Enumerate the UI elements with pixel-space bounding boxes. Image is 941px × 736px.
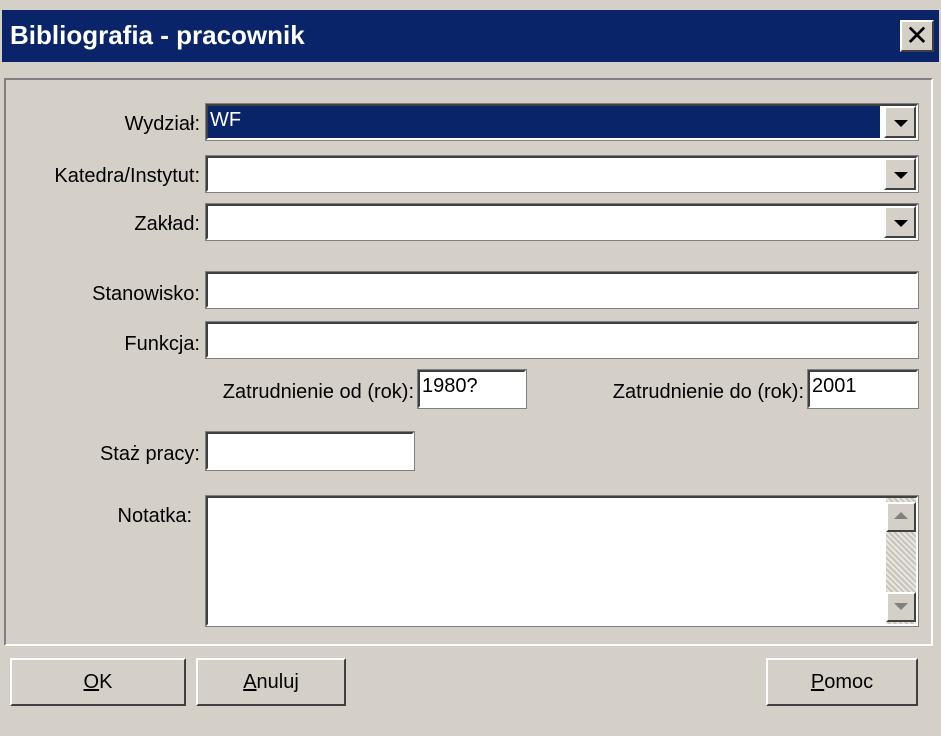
- window-title: Bibliografia - pracownik: [10, 20, 305, 50]
- help-button-label: omoc: [824, 671, 874, 693]
- funkcja-label: Funkcja:: [124, 333, 200, 355]
- zatrudnienie-do-input[interactable]: 2001: [807, 369, 919, 409]
- zatrudnienie-od-input[interactable]: 1980?: [417, 369, 527, 409]
- help-button[interactable]: Pomoc: [766, 658, 918, 706]
- ok-button-accel: O: [83, 671, 100, 693]
- zaklad-label: Zakład:: [134, 213, 200, 235]
- ok-button[interactable]: OK: [10, 658, 186, 706]
- zatrudnienie-do-label: Zatrudnienie do (rok):: [612, 381, 804, 403]
- dialog-window: Bibliografia - pracownik ✕ Wydział: WF K…: [0, 0, 941, 736]
- close-icon: ✕: [905, 20, 929, 51]
- wydzial-combobox[interactable]: WF: [205, 103, 919, 141]
- notatka-value: [208, 498, 884, 624]
- scroll-down-button[interactable]: [886, 592, 916, 622]
- wydzial-value: WF: [208, 106, 880, 138]
- zatrudnienie-od-label: Zatrudnienie od (rok):: [222, 381, 414, 403]
- katedra-label: Katedra/Instytut:: [54, 165, 200, 187]
- wydzial-label: Wydział:: [124, 113, 200, 135]
- zaklad-value: [208, 206, 880, 238]
- cancel-button[interactable]: Anuluj: [196, 658, 346, 706]
- notatka-scrollbar[interactable]: [886, 498, 916, 624]
- stanowisko-input[interactable]: [205, 271, 919, 309]
- notatka-textarea[interactable]: [205, 495, 919, 627]
- ok-button-label: K: [99, 671, 113, 693]
- arrow-up-icon: [894, 512, 908, 519]
- stanowisko-label: Stanowisko:: [92, 283, 200, 305]
- zaklad-dropdown-button[interactable]: [884, 206, 916, 238]
- chevron-down-icon: [894, 120, 908, 127]
- scroll-up-button[interactable]: [886, 502, 916, 532]
- cancel-button-accel: A: [243, 671, 257, 693]
- zaklad-combobox[interactable]: [205, 203, 919, 241]
- close-button[interactable]: ✕: [900, 20, 934, 52]
- cancel-button-label: nuluj: [256, 671, 299, 693]
- katedra-combobox[interactable]: [205, 155, 919, 193]
- katedra-dropdown-button[interactable]: [884, 158, 916, 190]
- chevron-down-icon: [894, 220, 908, 227]
- title-bar[interactable]: Bibliografia - pracownik ✕: [2, 10, 939, 62]
- funkcja-input[interactable]: [205, 321, 919, 359]
- arrow-down-icon: [894, 603, 908, 610]
- notatka-label: Notatka:: [117, 505, 192, 527]
- staz-label: Staż pracy:: [99, 443, 200, 465]
- help-button-accel: P: [810, 671, 825, 693]
- wydzial-dropdown-button[interactable]: [884, 106, 916, 138]
- katedra-value: [208, 158, 880, 190]
- staz-input[interactable]: [205, 431, 415, 471]
- chevron-down-icon: [894, 172, 908, 179]
